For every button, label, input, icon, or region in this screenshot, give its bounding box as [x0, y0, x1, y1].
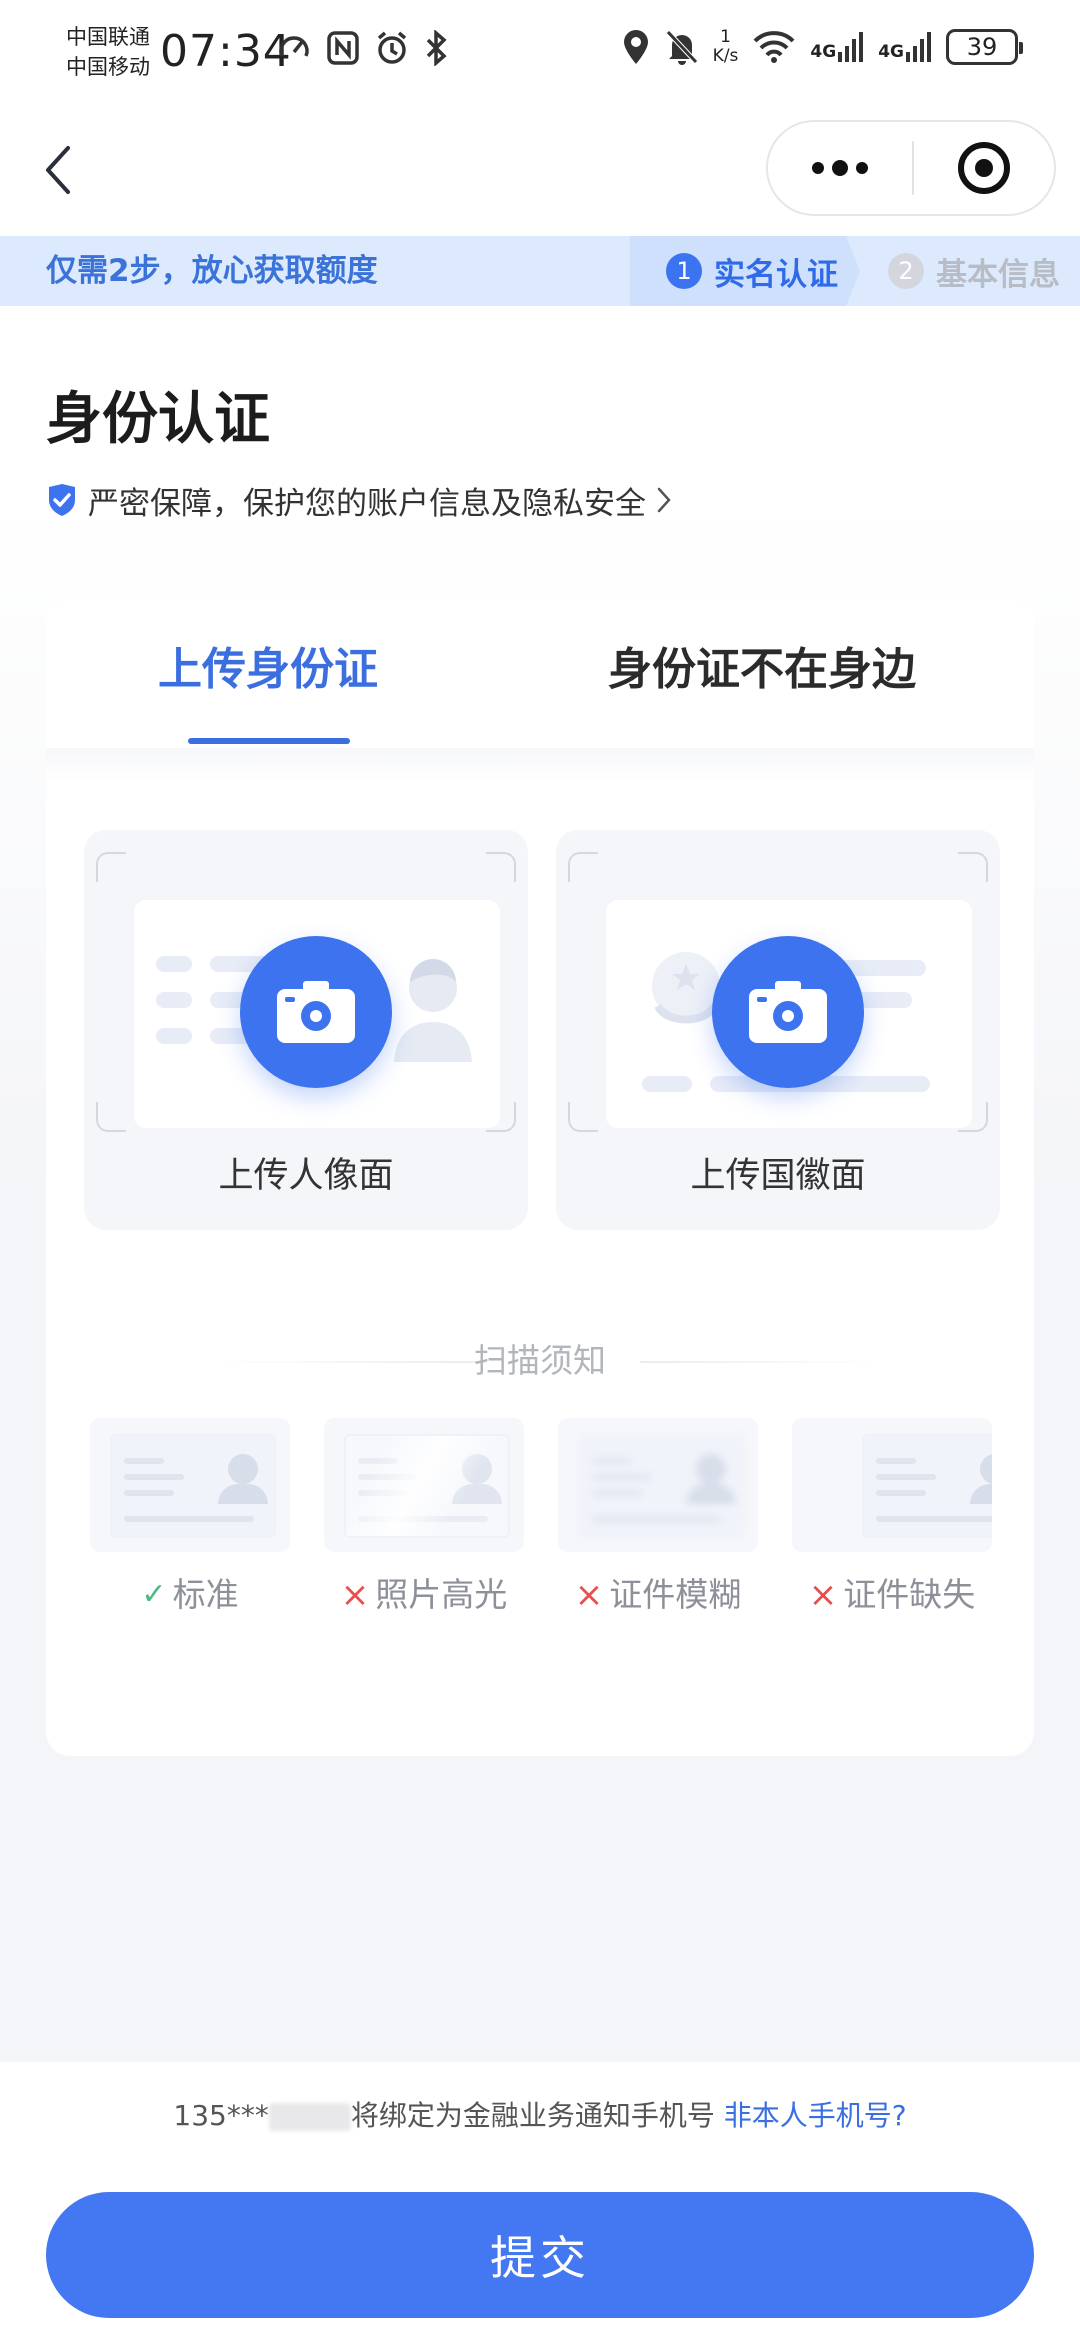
battery-indicator: 39 — [946, 29, 1023, 65]
chevron-right-icon — [657, 487, 671, 513]
more-button[interactable] — [768, 122, 912, 214]
speedometer-icon — [279, 36, 309, 57]
person-portrait-icon — [394, 959, 472, 1062]
back-button[interactable] — [28, 140, 88, 200]
tab-upload-id[interactable]: 上传身份证 — [158, 640, 378, 700]
tab-divider-shadow — [46, 748, 1034, 782]
step-basic-info: 2 基本信息 — [888, 236, 1060, 306]
net-speed: 1 K/s — [713, 28, 739, 66]
tile-label: 上传人像面 — [218, 1156, 394, 1196]
redacted-block — [268, 2103, 351, 2131]
carrier-2: 中国移动 — [66, 55, 150, 79]
upload-emblem-side[interactable]: 上传国徽面 — [556, 830, 1000, 1230]
privacy-text: 严密保障，保护您的账户信息及隐私安全 — [88, 485, 646, 522]
status-bar: 中国联通 中国移动 07:34 1 K/s 4G 4G 39 — [0, 0, 1080, 110]
step-number: 1 — [666, 253, 702, 289]
wifi-icon — [753, 31, 795, 63]
sample-image — [558, 1418, 758, 1552]
clock: 07:34 — [160, 26, 292, 77]
camera-button — [240, 936, 392, 1088]
sample-glare: × 照片高光 — [324, 1418, 524, 1618]
network-type-2: 4G — [878, 42, 904, 62]
sample-label-text: 证件模糊 — [609, 1575, 742, 1614]
sample-standard: ✓ 标准 — [90, 1418, 290, 1618]
bluetooth-icon — [426, 30, 447, 66]
step-realname: 1 实名认证 — [630, 236, 860, 306]
cross-icon: × — [808, 1575, 838, 1615]
tab-id-not-available[interactable]: 身份证不在身边 — [608, 640, 916, 700]
active-tab-indicator — [188, 738, 350, 744]
signal-1: 4G — [810, 32, 864, 62]
nav-bar — [0, 110, 1080, 235]
sample-label-text: 标准 — [172, 1575, 239, 1614]
camera-icon — [749, 981, 827, 1043]
status-left-icons — [276, 30, 448, 66]
submit-button[interactable]: 提交 — [46, 2192, 1034, 2318]
network-type-1: 4G — [810, 42, 837, 62]
net-speed-unit: K/s — [712, 46, 739, 66]
step-label: 实名认证 — [714, 256, 838, 293]
sample-image — [792, 1418, 992, 1552]
camera-icon — [277, 981, 355, 1043]
upload-portrait-side[interactable]: 上传人像面 — [84, 830, 528, 1230]
step-label: 基本信息 — [936, 256, 1060, 293]
divider-line — [640, 1361, 880, 1363]
phone-binding-note: 135*** 将绑定为金融业务通知手机号 非本人手机号? — [0, 2092, 1080, 2140]
sample-image — [324, 1418, 524, 1552]
chevron-left-icon — [46, 146, 70, 194]
sample-label: ✓ 标准 — [90, 1572, 290, 1618]
close-mini-program-button[interactable] — [914, 122, 1054, 214]
sample-label-text: 证件缺失 — [843, 1575, 976, 1614]
signal-bars-icon — [838, 32, 864, 62]
scan-notice-title: 扫描须知 — [474, 1341, 606, 1380]
sample-label: × 证件缺失 — [792, 1572, 992, 1618]
cross-icon: × — [340, 1575, 370, 1615]
privacy-link[interactable]: 严密保障，保护您的账户信息及隐私安全 — [46, 477, 672, 523]
step-number: 2 — [888, 253, 924, 289]
carrier-names: 中国联通 中国移动 — [66, 22, 150, 82]
sample-incomplete: × 证件缺失 — [792, 1418, 992, 1618]
page-title: 身份认证 — [46, 387, 270, 452]
tab-bar: 上传身份证 身份证不在身边 — [46, 600, 1034, 748]
scan-notice-header: 扫描须知 — [46, 1336, 1034, 1386]
shield-check-icon — [49, 484, 75, 516]
net-speed-value: 1 — [720, 27, 731, 47]
scan-frame — [568, 852, 988, 1132]
mini-program-capsule — [766, 120, 1056, 216]
mute-bell-icon — [665, 30, 698, 65]
sample-label-text: 照片高光 — [375, 1575, 508, 1614]
nfc-icon — [327, 31, 359, 65]
sample-blurry: × 证件模糊 — [558, 1418, 758, 1618]
page: 中国联通 中国移动 07:34 1 K/s 4G 4G 39 仅需2步，放心获取… — [0, 0, 1080, 2340]
steps-tip: 仅需2步，放心获取额度 — [46, 253, 378, 289]
id-upload-card: 上传身份证 身份证不在身边 上传人像面 上传国徽面 扫描须知 ✓ 标准 × 照片… — [46, 600, 1034, 1756]
more-dots-icon — [812, 160, 868, 176]
signal-2: 4G — [878, 32, 932, 62]
bottom-bar: 135*** 将绑定为金融业务通知手机号 非本人手机号? 提交 — [0, 2062, 1080, 2340]
camera-button — [712, 936, 864, 1088]
phone-note-text: 将绑定为金融业务通知手机号 — [350, 2099, 715, 2132]
signal-bars-icon — [906, 32, 931, 62]
phone-number-masked: 135*** — [173, 2099, 269, 2132]
tile-label: 上传国徽面 — [690, 1156, 866, 1196]
target-close-icon — [958, 142, 1010, 194]
sample-label: × 证件模糊 — [558, 1572, 758, 1618]
cross-icon: × — [574, 1575, 604, 1615]
status-right-icons: 1 K/s 4G 4G 39 — [621, 28, 1023, 66]
sample-label: × 照片高光 — [324, 1572, 524, 1618]
sample-image — [90, 1418, 290, 1552]
location-icon — [623, 30, 648, 64]
alarm-icon — [377, 31, 407, 64]
carrier-1: 中国联通 — [66, 25, 150, 49]
check-icon: ✓ — [141, 1577, 167, 1612]
not-my-phone-link[interactable]: 非本人手机号? — [724, 2099, 907, 2132]
scan-frame — [96, 852, 516, 1132]
steps-banner: 仅需2步，放心获取额度 1 实名认证 2 基本信息 — [0, 236, 1080, 306]
